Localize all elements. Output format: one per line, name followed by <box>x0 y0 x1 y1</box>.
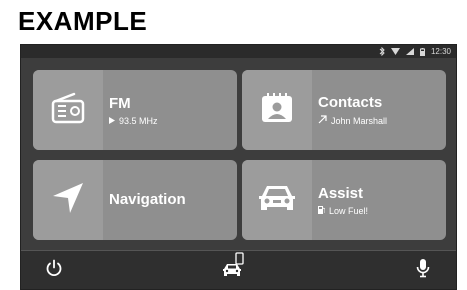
phone-car-icon <box>222 251 246 283</box>
assist-alert: Low Fuel! <box>329 205 369 216</box>
contacts-title: Contacts <box>318 94 383 111</box>
battery-icon <box>419 47 425 56</box>
contacts-tile[interactable]: Contacts John Marshall <box>242 70 446 150</box>
phone-projection-button[interactable] <box>223 251 245 278</box>
power-button[interactable] <box>43 259 65 281</box>
navigation-arrow-icon <box>51 181 85 220</box>
signal-icon <box>405 48 414 55</box>
status-bar: 12:30 <box>21 45 456 58</box>
assist-title: Assist <box>318 184 364 202</box>
play-icon <box>109 116 115 126</box>
bluetooth-icon <box>379 47 385 56</box>
wifi-icon <box>390 48 400 55</box>
tile-grid: FM 93.5 MHz Contacts John Marshall Navig… <box>33 70 446 241</box>
navigation-title: Navigation <box>109 191 186 208</box>
microphone-button[interactable] <box>412 258 434 283</box>
status-time: 12:30 <box>430 47 451 56</box>
fuel-icon <box>318 205 326 216</box>
fm-title: FM <box>109 94 131 112</box>
microphone-icon <box>416 258 430 283</box>
power-icon <box>45 259 63 282</box>
navigation-tile[interactable]: Navigation <box>33 160 237 240</box>
bottom-bar <box>21 250 456 289</box>
radio-icon <box>50 92 86 129</box>
car-front-icon <box>257 182 297 219</box>
contact-card-icon <box>260 92 294 129</box>
fm-tile[interactable]: FM 93.5 MHz <box>33 70 237 150</box>
fm-frequency: 93.5 MHz <box>119 115 158 126</box>
assist-tile[interactable]: Assist Low Fuel! <box>242 160 446 240</box>
head-unit-screen: 12:30 FM 93.5 MHz Contacts John Marshall… <box>20 44 457 290</box>
contact-name: John Marshall <box>331 115 388 126</box>
example-heading: EXAMPLE <box>18 6 148 36</box>
outgoing-call-icon <box>318 115 327 126</box>
